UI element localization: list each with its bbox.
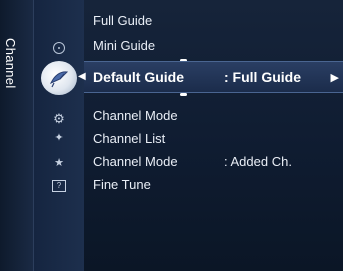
highlight-bottom-marker: [180, 93, 187, 96]
menu-item-value: : Full Guide: [224, 69, 301, 85]
menu-item-label: Channel List: [93, 130, 166, 146]
menu-item-label: Fine Tune: [93, 176, 151, 192]
menu-item-label: Default Guide: [93, 69, 185, 85]
menu-item-value: : Added Ch.: [224, 153, 292, 169]
category-label: Channel: [3, 38, 18, 89]
selection-left-arrow-icon: ◀: [78, 71, 86, 82]
favorite-channel-icon: ★: [54, 156, 64, 169]
category-strip: Channel: [0, 0, 34, 271]
menu-item-default-guide[interactable]: Default Guide : Full Guide ▶: [84, 61, 343, 93]
channel-menu-list: Full Guide Mini Guide Default Guide : Fu…: [84, 0, 343, 271]
menu-item-fine-tune[interactable]: Fine Tune: [84, 172, 343, 196]
menu-item-channel-mode-added[interactable]: Channel Mode : Added Ch.: [84, 149, 343, 173]
menu-item-label: Channel Mode: [93, 153, 178, 169]
menu-item-full-guide[interactable]: Full Guide: [84, 8, 343, 32]
clock-icon: [34, 36, 84, 60]
menu-item-label: Full Guide: [93, 12, 153, 28]
menu-item-channel-list[interactable]: Channel List: [84, 126, 343, 150]
menu-item-mini-guide[interactable]: Mini Guide: [84, 33, 343, 57]
antenna-icon: ✦: [54, 131, 64, 144]
menu-item-label: Mini Guide: [93, 37, 156, 53]
satellite-dish-icon: [34, 61, 84, 95]
menu-item-channel-mode[interactable]: Channel Mode: [84, 103, 343, 127]
menu-item-label: Channel Mode: [93, 107, 178, 123]
help-icon: ?: [34, 174, 84, 198]
submenu-arrow-icon: ▶: [330, 71, 339, 84]
channel-menu-screen: Channel ⚙ ✦ ★ ? Full Guide Mini Guide De…: [0, 0, 343, 271]
icon-column: ⚙ ✦ ★ ?: [34, 0, 84, 271]
